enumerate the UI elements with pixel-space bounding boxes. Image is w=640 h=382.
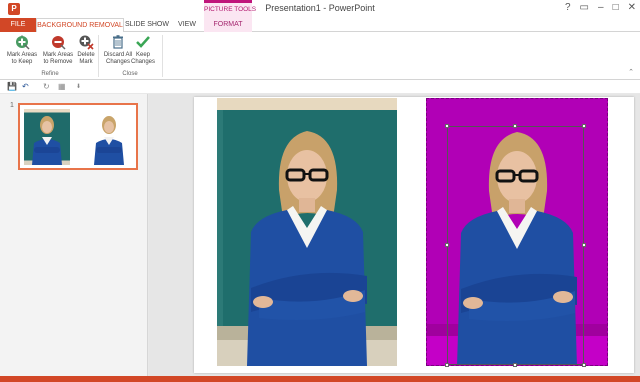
slide-thumbnail[interactable] xyxy=(18,103,138,170)
ribbon: Mark Areas to Keep Mark Areas to Remove … xyxy=(0,32,640,80)
thumbnail-photo-original xyxy=(24,109,70,165)
undo-icon[interactable]: ↶ xyxy=(22,81,29,93)
marquee-handle[interactable] xyxy=(513,363,517,367)
help-icon[interactable]: ? xyxy=(565,2,571,13)
customize-qat-icon[interactable]: ⬇ xyxy=(76,81,81,93)
status-bar xyxy=(0,376,640,382)
mark-keep-label: Mark Areas to Keep xyxy=(6,52,38,65)
marquee-handle[interactable] xyxy=(582,124,586,128)
save-icon[interactable]: 💾 xyxy=(7,81,17,93)
mark-areas-to-keep-button[interactable]: Mark Areas to Keep xyxy=(4,34,40,72)
collapse-ribbon-icon[interactable]: ⌃ xyxy=(628,68,634,76)
workspace: 1 xyxy=(0,94,640,376)
removal-marquee[interactable] xyxy=(447,126,584,365)
title-bar: P Presentation1 - PowerPoint PICTURE TOO… xyxy=(0,0,640,18)
marquee-handle[interactable] xyxy=(582,363,586,367)
slide-editing-area xyxy=(149,94,640,376)
ribbon-tabs: FILE BACKGROUND REMOVAL SLIDE SHOW VIEW … xyxy=(0,18,640,33)
slide-thumbnail-pane: 1 xyxy=(0,94,148,376)
group-label-close: Close xyxy=(122,71,138,77)
maximize-icon[interactable]: □ xyxy=(613,2,619,13)
start-slideshow-icon[interactable]: ▦ xyxy=(58,81,66,93)
photo-original[interactable] xyxy=(217,98,397,366)
redo-icon[interactable]: ↻ xyxy=(43,81,50,93)
mark-keep-icon xyxy=(16,35,30,50)
marquee-handle[interactable] xyxy=(445,243,449,247)
marquee-handle[interactable] xyxy=(513,124,517,128)
mark-areas-to-remove-button[interactable]: Mark Areas to Remove xyxy=(40,34,76,72)
tab-format[interactable]: FORMAT xyxy=(204,18,252,32)
tab-slide-show[interactable]: SLIDE SHOW xyxy=(124,18,170,32)
ribbon-display-options-icon[interactable]: ▭ xyxy=(580,2,589,13)
tab-file[interactable]: FILE xyxy=(0,18,36,32)
delete-mark-label: Delete Mark xyxy=(77,52,95,65)
marquee-handle[interactable] xyxy=(445,363,449,367)
group-separator xyxy=(162,35,163,77)
picture-tools-label: PICTURE TOOLS xyxy=(204,6,257,13)
window-controls: ? ▭ – □ ✕ xyxy=(565,2,636,13)
keep-check-icon xyxy=(136,36,150,48)
slide-canvas[interactable] xyxy=(194,97,634,373)
group-separator xyxy=(98,35,99,77)
group-label-refine: Refine xyxy=(41,71,59,77)
delete-mark-icon xyxy=(79,35,94,50)
marquee-handle[interactable] xyxy=(445,124,449,128)
mark-remove-icon xyxy=(52,36,66,50)
delete-mark-button[interactable]: Delete Mark xyxy=(76,34,96,72)
marquee-handle[interactable] xyxy=(582,243,586,247)
slide-number: 1 xyxy=(10,102,14,109)
minimize-icon[interactable]: – xyxy=(598,2,604,13)
keep-changes-label: Keep Changes xyxy=(130,52,156,65)
close-icon[interactable]: ✕ xyxy=(628,2,636,13)
tab-view[interactable]: VIEW xyxy=(172,18,202,32)
tab-background-removal[interactable]: BACKGROUND REMOVAL xyxy=(36,18,124,33)
picture-tools-context-group: PICTURE TOOLS xyxy=(204,0,257,18)
mark-remove-label: Mark Areas to Remove xyxy=(42,52,74,65)
quick-access-toolbar: 💾 ↶ ↻ ▦ ⬇ xyxy=(0,80,640,94)
discard-icon xyxy=(113,35,123,49)
thumbnail-photo-cutout xyxy=(86,109,132,165)
keep-changes-button[interactable]: Keep Changes xyxy=(128,34,158,72)
window-title: Presentation1 - PowerPoint xyxy=(265,3,375,13)
